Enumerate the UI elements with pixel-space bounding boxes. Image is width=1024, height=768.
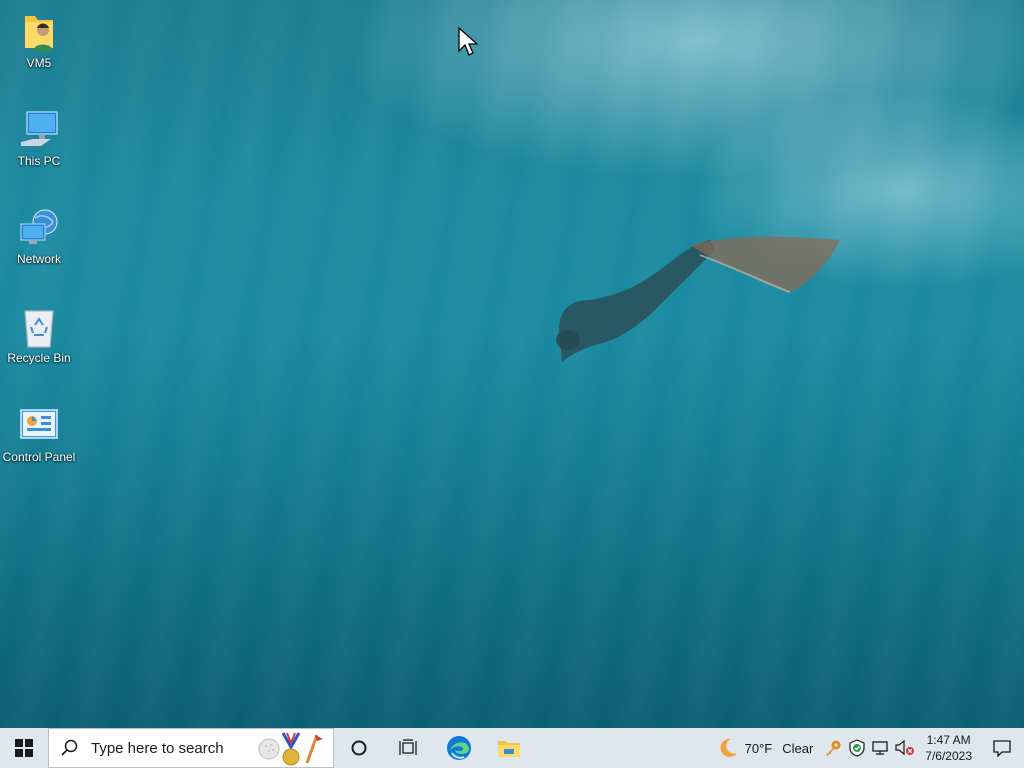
search-input[interactable]: Type here to search bbox=[48, 728, 334, 768]
taskbar-app-file-explorer[interactable] bbox=[484, 728, 534, 768]
cortana-circle-icon bbox=[351, 740, 367, 756]
tray-network-button[interactable] bbox=[869, 728, 893, 768]
desktop-icon-recycle-bin[interactable]: Recycle Bin bbox=[2, 305, 76, 365]
network-icon bbox=[17, 206, 61, 250]
desktop-icon-control-panel[interactable]: Control Panel bbox=[2, 404, 76, 464]
volume-muted-icon bbox=[895, 739, 915, 756]
taskbar-clock[interactable]: 1:47 AM 7/6/2023 bbox=[917, 728, 980, 768]
file-explorer-icon bbox=[498, 741, 520, 757]
desktop-icon-label: VM5 bbox=[26, 56, 52, 70]
search-icon bbox=[61, 739, 78, 756]
desktop-icon-label: Network bbox=[16, 252, 61, 266]
windows-logo-icon bbox=[15, 739, 33, 757]
taskbar-app-edge[interactable] bbox=[434, 728, 484, 768]
computer-icon bbox=[17, 108, 61, 152]
weather-widget[interactable]: 70°F Clear bbox=[709, 728, 822, 768]
notification-center-icon bbox=[993, 740, 1011, 757]
desktop-icon-network[interactable]: Network bbox=[2, 206, 76, 266]
weather-temperature: 70°F bbox=[744, 740, 773, 756]
system-tray: 70°F Clear 1:47 AM 7/6/2023 bbox=[709, 728, 1024, 768]
tray-volume-button[interactable] bbox=[893, 728, 917, 768]
search-placeholder: Type here to search bbox=[91, 739, 224, 757]
search-highlight-golf-icon bbox=[258, 732, 323, 766]
task-view-icon bbox=[399, 739, 417, 755]
desktop[interactable]: VM5 This PC Network Recycle Bin Control … bbox=[0, 0, 1024, 728]
tray-security-button[interactable] bbox=[845, 728, 869, 768]
security-shield-icon bbox=[849, 739, 865, 757]
cortana-button[interactable] bbox=[334, 728, 384, 768]
user-folder-icon bbox=[17, 10, 61, 54]
taskbar: Type here to search 70°F Clear 1:47 AM 7… bbox=[0, 728, 1024, 768]
key-icon bbox=[826, 740, 841, 756]
tray-key-button[interactable] bbox=[821, 728, 845, 768]
desktop-icon-vm5[interactable]: VM5 bbox=[2, 10, 76, 70]
clock-time: 1:47 AM bbox=[926, 733, 971, 747]
notification-center-button[interactable] bbox=[980, 728, 1024, 768]
desktop-icon-label: Control Panel bbox=[2, 450, 76, 464]
clock-date: 7/6/2023 bbox=[925, 749, 972, 763]
desktop-icon-this-pc[interactable]: This PC bbox=[2, 108, 76, 168]
desktop-icon-label: This PC bbox=[17, 154, 61, 168]
light-rays bbox=[0, 0, 1024, 728]
recycle-bin-icon bbox=[17, 305, 61, 349]
weather-condition: Clear bbox=[782, 740, 814, 756]
edge-icon bbox=[447, 736, 471, 760]
desktop-icon-label: Recycle Bin bbox=[7, 351, 71, 365]
network-disconnected-icon bbox=[872, 741, 888, 755]
start-button[interactable] bbox=[0, 728, 48, 768]
task-view-button[interactable] bbox=[384, 728, 434, 768]
moon-icon bbox=[720, 738, 737, 757]
wallpaper-swimmer bbox=[556, 236, 840, 362]
control-panel-icon bbox=[17, 404, 61, 448]
mouse-pointer-icon bbox=[458, 27, 478, 56]
